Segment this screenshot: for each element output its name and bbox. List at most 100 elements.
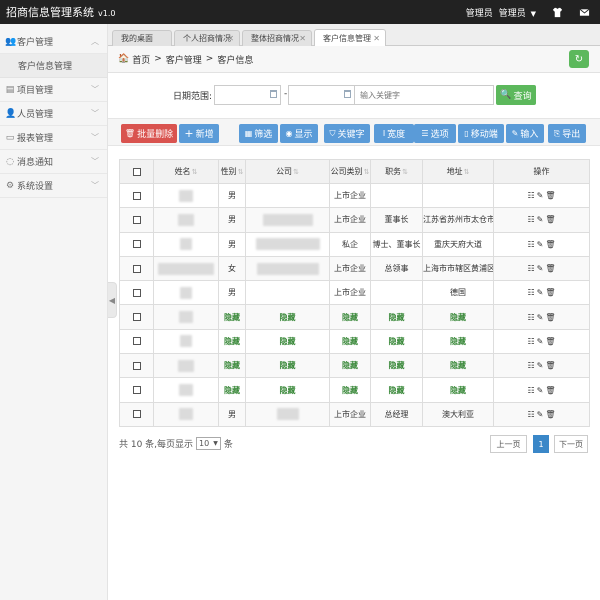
batch-delete-button[interactable]: 🗑 批量删除 (121, 124, 177, 143)
row-checkbox[interactable] (119, 207, 154, 233)
row-checkbox[interactable] (119, 377, 154, 403)
tab-personal-investment[interactable]: 个人招商情况 ✕ (174, 30, 240, 46)
tab-overall-investment[interactable]: 整体招商情况 ✕ (242, 30, 312, 46)
cell-address: 重庆天府大道 (422, 231, 494, 257)
sidebar-item-customers[interactable]: 👥 客户管理 ︿ (0, 30, 107, 54)
close-icon[interactable]: ✕ (373, 34, 380, 43)
trash-icon[interactable]: 🗑 (545, 191, 555, 200)
folder-icon: ▤ (5, 84, 15, 95)
trash-icon[interactable]: 🗑 (545, 215, 555, 224)
column-header-name[interactable]: 姓名⇅ (153, 159, 219, 184)
width-button[interactable]: Ⅰ 宽度 (374, 124, 414, 143)
sidebar-item-messages[interactable]: ◌ 消息通知 ﹀ (0, 150, 107, 174)
sidebar-collapse-handle[interactable]: ◀ (108, 282, 117, 318)
options-button[interactable]: ☰ 选项 (414, 124, 456, 143)
pencil-icon[interactable]: ✎ (537, 313, 544, 322)
refresh-button[interactable]: ↻ (569, 50, 589, 68)
add-button[interactable]: + 新增 (179, 124, 219, 143)
sidebar-item-staff[interactable]: 👤 人员管理 ﹀ (0, 102, 107, 126)
list-icon[interactable]: ☷ (527, 410, 534, 419)
user-menu[interactable]: 管理员 ▼ (499, 6, 536, 19)
table-row[interactable]: 男上市企业 总经理 澳大利亚 ☷ ✎ 🗑 (119, 401, 590, 427)
breadcrumb-customers[interactable]: 客户管理 (166, 53, 202, 66)
row-checkbox[interactable] (119, 328, 154, 355)
trash-icon[interactable]: 🗑 (545, 386, 555, 395)
row-checkbox[interactable] (119, 182, 154, 209)
table-row[interactable]: 隐藏 隐藏 隐藏 隐藏 隐藏 ☷ ✎ 🗑 (119, 304, 590, 330)
pencil-icon[interactable]: ✎ (537, 288, 544, 297)
list-icon[interactable]: ☷ (527, 191, 534, 200)
table-row[interactable]: 隐藏 隐藏 隐藏 隐藏 隐藏 ☷ ✎ 🗑 (119, 328, 590, 355)
trash-icon[interactable]: 🗑 (545, 410, 555, 419)
mobile-button[interactable]: ▯ 移动端 (458, 124, 504, 143)
pencil-icon[interactable]: ✎ (537, 410, 544, 419)
prev-page-button[interactable]: 上一页 (490, 435, 527, 453)
pencil-icon[interactable]: ✎ (537, 264, 544, 273)
table-row[interactable]: 隐藏 隐藏 隐藏 隐藏 隐藏 ☷ ✎ 🗑 (119, 377, 590, 403)
trash-icon[interactable]: 🗑 (545, 337, 555, 346)
filter-button[interactable]: ▦ 筛选 (239, 124, 278, 143)
next-page-button[interactable]: 下一页 (554, 435, 588, 453)
keyword-input[interactable] (354, 85, 494, 105)
row-checkbox[interactable] (119, 353, 154, 379)
sidebar-item-reports[interactable]: ▭ 报表管理 ﹀ (0, 126, 107, 150)
list-icon[interactable]: ☷ (527, 337, 534, 346)
date-start-input[interactable] (214, 85, 281, 105)
list-icon[interactable]: ☷ (527, 288, 534, 297)
trash-icon[interactable]: 🗑 (545, 313, 555, 322)
chevron-up-icon: ︿ (91, 37, 99, 46)
row-checkbox[interactable] (119, 280, 154, 306)
list-icon[interactable]: ☷ (527, 264, 534, 273)
column-header-position[interactable]: 职务⇅ (370, 159, 423, 184)
row-checkbox[interactable] (119, 255, 154, 282)
tab-my-desktop[interactable]: 我的桌面 (112, 30, 172, 46)
list-icon[interactable]: ☷ (527, 361, 534, 370)
pencil-icon[interactable]: ✎ (537, 337, 544, 346)
list-icon[interactable]: ☷ (527, 240, 534, 249)
trash-icon[interactable]: 🗑 (545, 240, 555, 249)
trash-icon[interactable]: 🗑 (545, 361, 555, 370)
pencil-icon[interactable]: ✎ (537, 361, 544, 370)
trash-icon[interactable]: 🗑 (545, 264, 555, 273)
table-row[interactable]: 男 上市企业 ☷ ✎ 🗑 (119, 182, 590, 209)
breadcrumb-home[interactable]: 首页 (132, 53, 150, 66)
display-button[interactable]: ◉ 显示 (280, 124, 318, 143)
trash-icon[interactable]: 🗑 (545, 288, 555, 297)
table-row[interactable]: 女上市企业 总领事 上海市市辖区黄浦区 ☷ ✎ 🗑 (119, 255, 590, 282)
input-button[interactable]: ✎ 输入 (506, 124, 544, 143)
column-header-address[interactable]: 地址⇅ (422, 159, 494, 184)
select-all-checkbox[interactable] (119, 159, 154, 184)
keyword-button[interactable]: ⛉ 关键字 (324, 124, 370, 143)
column-header-company-type[interactable]: 公司类别⇅ (329, 159, 371, 184)
sidebar-subitem-customer-info[interactable]: 客户信息管理 (0, 54, 107, 78)
table-row[interactable]: 男私企 博士、董事长 重庆天府大道 ☷ ✎ 🗑 (119, 231, 590, 257)
sidebar-item-settings[interactable]: ⚙ 系统设置 ﹀ (0, 174, 107, 198)
shirt-icon[interactable] (552, 7, 563, 18)
export-button[interactable]: ⎘ 导出 (548, 124, 586, 143)
row-checkbox[interactable] (119, 231, 154, 257)
query-button[interactable]: 🔍 查询 (496, 85, 536, 105)
tab-customer-info[interactable]: 客户信息管理 ✕ (314, 29, 386, 47)
page-size-select[interactable]: 10 ▼ (196, 437, 221, 450)
column-header-gender[interactable]: 性别⇅ (218, 159, 246, 184)
close-icon[interactable]: ✕ (227, 34, 234, 43)
sidebar-item-projects[interactable]: ▤ 项目管理 ﹀ (0, 78, 107, 102)
list-icon[interactable]: ☷ (527, 386, 534, 395)
page-1-button[interactable]: 1 (533, 435, 549, 453)
date-end-input[interactable] (288, 85, 355, 105)
table-row[interactable]: 隐藏 隐藏 隐藏 隐藏 隐藏 ☷ ✎ 🗑 (119, 353, 590, 379)
mobile-icon: ▯ (464, 129, 469, 138)
pencil-icon[interactable]: ✎ (537, 386, 544, 395)
row-checkbox[interactable] (119, 401, 154, 427)
table-row[interactable]: 男上市企业 德国 ☷ ✎ 🗑 (119, 280, 590, 306)
list-icon[interactable]: ☷ (527, 313, 534, 322)
pencil-icon[interactable]: ✎ (537, 191, 544, 200)
close-icon[interactable]: ✕ (299, 34, 306, 43)
column-header-company[interactable]: 公司⇅ (245, 159, 330, 184)
mail-icon[interactable] (579, 7, 590, 18)
pencil-icon[interactable]: ✎ (537, 215, 544, 224)
table-row[interactable]: 男上市企业 董事长 江苏省苏州市太仓市 ☷ ✎ 🗑 (119, 207, 590, 233)
row-checkbox[interactable] (119, 304, 154, 330)
pencil-icon[interactable]: ✎ (537, 240, 544, 249)
list-icon[interactable]: ☷ (527, 215, 534, 224)
